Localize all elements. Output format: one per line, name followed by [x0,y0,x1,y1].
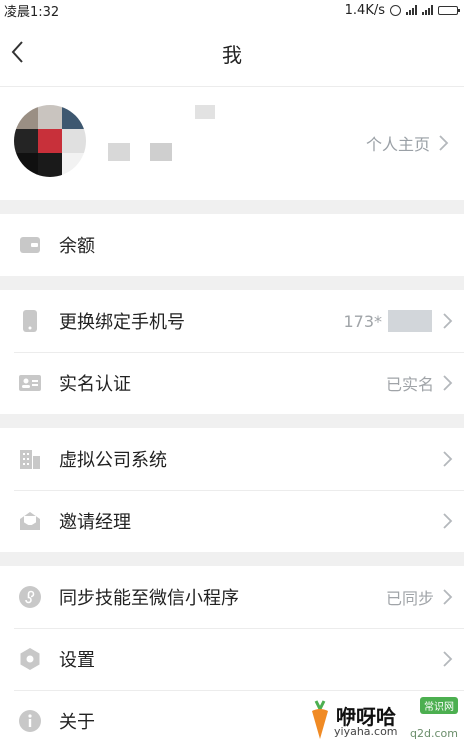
invite-manager-label: 邀请经理 [59,512,131,533]
battery-icon [438,5,460,15]
sync-skills-label: 同步技能至微信小程序 [59,588,239,609]
row-invite-manager[interactable]: 邀请经理 [0,490,464,552]
invitation-icon [18,509,42,533]
balance-label: 余额 [59,236,95,257]
chevron-right-icon [443,513,453,529]
row-virtual-company[interactable]: 虚拟公司系统 [0,428,464,490]
chevron-right-icon [443,651,453,667]
wallet-icon [18,233,42,257]
status-time: 凌晨1:32 [4,4,60,20]
row-sync-skills[interactable]: 同步技能至微信小程序 已同步 [0,566,464,628]
virtual-company-label: 虚拟公司系统 [59,450,167,471]
row-change-phone[interactable]: 更换绑定手机号 173* [0,290,464,352]
settings-label: 设置 [59,650,95,671]
chevron-right-icon [439,135,449,151]
sync-status: 已同步 [385,589,434,608]
blurred-phone-digits [388,310,432,332]
profile-card[interactable]: 个人主页 [0,87,464,200]
watermark-domain: yiyaha.com [334,725,398,738]
change-phone-label: 更换绑定手机号 [59,312,185,333]
blurred-tag [195,105,215,119]
chevron-right-icon [443,313,453,329]
phone-icon [18,309,42,333]
nav-bar: 我 [0,20,464,87]
row-settings[interactable]: 设置 [0,628,464,690]
blurred-username [108,143,130,161]
alarm-icon [390,4,401,16]
signal-icon-2 [422,5,433,15]
real-name-label: 实名认证 [59,374,131,395]
chevron-right-icon [443,451,453,467]
signal-icon [406,5,417,15]
row-real-name[interactable]: 实名认证 已实名 [0,352,464,414]
page-title: 我 [222,42,242,67]
watermark-corner: q2d.com [410,727,458,740]
balance-group: 余额 [0,214,464,276]
watermark-badge: 常识网 [420,697,458,714]
carrot-logo-icon [312,700,328,739]
info-icon [18,709,42,733]
chevron-right-icon [443,589,453,605]
id-card-icon [18,371,42,395]
mini-program-icon [18,585,42,609]
account-group: 更换绑定手机号 173* 实名认证 已实名 [0,290,464,414]
real-name-status: 已实名 [385,375,434,394]
network-speed: 1.4K/s [344,2,385,18]
company-group: 虚拟公司系统 邀请经理 [0,428,464,552]
status-indicators: 1.4K/s [344,2,460,18]
row-balance[interactable]: 余额 [0,214,464,276]
chevron-right-icon [443,375,453,391]
gear-icon [18,647,42,671]
status-bar: 凌晨1:32 1.4K/s [0,0,464,20]
homepage-label: 个人主页 [365,135,430,154]
blurred-detail [150,143,172,161]
back-arrow-icon [11,41,23,63]
phone-number-value: 173* [343,311,382,331]
site-watermark: 咿呀哈 常识网 yiyaha.com q2d.com [308,697,458,745]
homepage-link[interactable]: 个人主页 [366,131,450,155]
back-button[interactable] [4,34,36,70]
avatar[interactable] [14,105,86,177]
building-icon [18,447,42,471]
